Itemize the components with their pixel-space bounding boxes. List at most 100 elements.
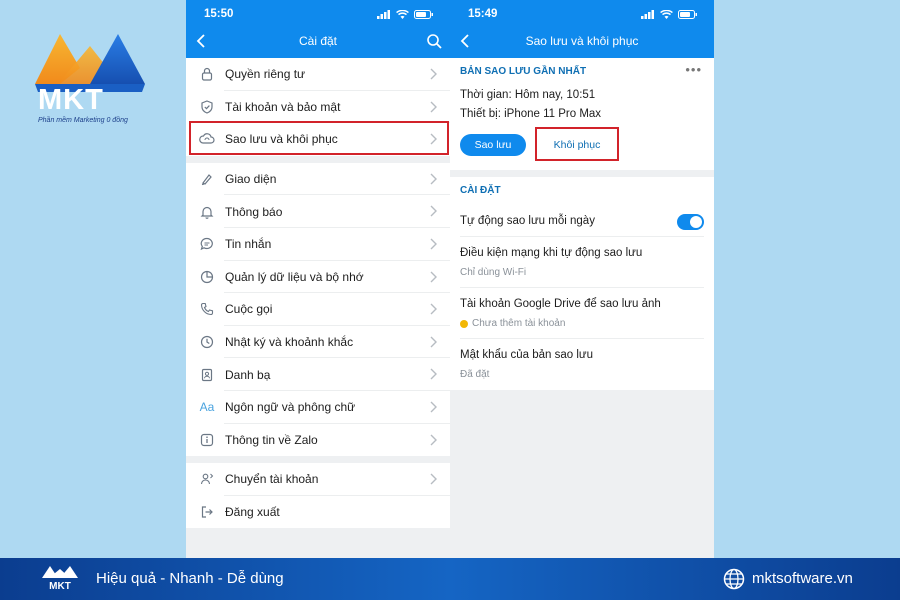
- logo-tagline: Phần mềm Marketing 0 đồng: [38, 117, 128, 124]
- settings-item-label: Chuyển tài khoản: [225, 472, 319, 487]
- chevron-right-icon: [430, 133, 437, 145]
- wifi-icon: [660, 10, 673, 19]
- shield-icon: [198, 98, 216, 116]
- settings-item-label: Quản lý dữ liệu và bộ nhớ: [225, 269, 364, 284]
- backup-title-row: Sao lưu và khôi phục: [450, 34, 714, 52]
- settings-item-label: Nhật ký và khoảnh khắc: [225, 335, 354, 350]
- network-condition-row[interactable]: Điều kiện mạng khi tự động sao lưu Chỉ d…: [450, 237, 714, 288]
- font-icon: Aa: [199, 400, 215, 415]
- settings-item-label: Giao diện: [225, 172, 277, 187]
- status-icons: [377, 10, 434, 19]
- group-divider: [186, 155, 450, 163]
- chevron-right-icon: [430, 205, 437, 217]
- backup-settings-header: CÀI ĐẶT: [460, 185, 501, 196]
- settings-item-label: Cuộc gọi: [225, 302, 273, 317]
- back-icon[interactable]: [194, 33, 210, 49]
- chevron-right-icon: [430, 238, 437, 250]
- settings-item-appearance[interactable]: Giao diện: [186, 163, 450, 196]
- settings-item-label: Thông tin về Zalo: [225, 432, 318, 447]
- status-time: 15:50: [204, 8, 234, 20]
- backup-button[interactable]: Sao lưu: [460, 134, 526, 156]
- status-time: 15:49: [468, 8, 498, 20]
- footer-logo-mark: MKT: [42, 566, 78, 592]
- chevron-right-icon: [430, 271, 437, 283]
- settings-item-diary[interactable]: Nhật ký và khoảnh khắc: [186, 326, 450, 359]
- chevron-right-icon: [430, 368, 437, 380]
- settings-item-switch-account[interactable]: Chuyển tài khoản: [186, 463, 450, 496]
- restore-button[interactable]: Khôi phục: [535, 127, 619, 161]
- phone-icon: [198, 300, 216, 318]
- auto-backup-label: Tự động sao lưu mỗi ngày: [460, 215, 595, 227]
- settings-item-label: Ngôn ngữ và phông chữ: [225, 400, 356, 415]
- backup-navbar: 15:49 Sao lưu và khôi phục: [450, 0, 714, 58]
- google-drive-row[interactable]: Tài khoản Google Drive để sao lưu ảnh Ch…: [450, 288, 714, 339]
- settings-screen: 15:50 Cài đặt Quyền riêng tư Tài khoản v…: [186, 0, 450, 558]
- settings-navbar: 15:50 Cài đặt: [186, 0, 450, 58]
- settings-item-contacts[interactable]: Danh bạ: [186, 358, 450, 391]
- footer-website[interactable]: mktsoftware.vn: [752, 570, 853, 587]
- settings-item-backup-restore[interactable]: Sao lưu và khôi phục: [186, 123, 450, 156]
- auto-backup-row[interactable]: Tự động sao lưu mỗi ngày: [450, 205, 714, 237]
- contacts-icon: [198, 366, 216, 384]
- chevron-right-icon: [430, 401, 437, 413]
- palette-icon: [198, 170, 216, 188]
- chevron-right-icon: [430, 434, 437, 446]
- latest-backup-header: BẢN SAO LƯU GẦN NHẤT: [460, 66, 587, 77]
- search-icon[interactable]: [426, 33, 442, 49]
- status-bar: 15:49: [468, 8, 698, 22]
- google-drive-label: Tài khoản Google Drive để sao lưu ảnh: [460, 298, 661, 310]
- settings-item-notifications[interactable]: Thông báo: [186, 195, 450, 228]
- settings-item-language-font[interactable]: Aa Ngôn ngữ và phông chữ: [186, 391, 450, 424]
- latest-backup-section: BẢN SAO LƯU GẦN NHẤT ••• Thời gian: Hôm …: [450, 58, 714, 170]
- settings-title-row: Cài đặt: [186, 34, 450, 52]
- wifi-icon: [396, 10, 409, 19]
- chat-icon: [198, 235, 216, 253]
- battery-icon: [414, 10, 433, 19]
- auto-backup-toggle[interactable]: [677, 214, 704, 230]
- settings-item-calls[interactable]: Cuộc gọi: [186, 293, 450, 326]
- chevron-right-icon: [430, 68, 437, 80]
- clock-icon: [198, 333, 216, 351]
- google-drive-status: Chưa thêm tài khoản: [460, 318, 704, 329]
- backup-settings-section: CÀI ĐẶT Tự động sao lưu mỗi ngày Điều ki…: [450, 177, 714, 390]
- bell-icon: [198, 203, 216, 221]
- backup-password-row[interactable]: Mật khẩu của bản sao lưu Đã đặt: [450, 339, 714, 390]
- back-icon[interactable]: [458, 33, 474, 49]
- settings-item-label: Đăng xuất: [225, 505, 280, 520]
- footer-tagline: Hiệu quả - Nhanh - Dễ dùng: [96, 570, 284, 587]
- backup-password-value: Đã đặt: [460, 369, 490, 380]
- page-title: Sao lưu và khôi phục: [525, 34, 639, 48]
- backup-password-label: Mật khẩu của bản sao lưu: [460, 349, 594, 361]
- settings-item-label: Quyền riêng tư: [225, 67, 306, 82]
- warning-icon: [460, 319, 468, 328]
- settings-item-logout[interactable]: Đăng xuất: [186, 496, 450, 529]
- settings-item-label: Danh bạ: [225, 367, 271, 382]
- settings-item-label: Thông báo: [225, 204, 283, 219]
- settings-group-1: Quyền riêng tư Tài khoản và bảo mật Sao …: [186, 58, 450, 156]
- settings-group-2: Giao diện Thông báo Tin nhắn Quản lý dữ …: [186, 162, 450, 457]
- chevron-right-icon: [430, 173, 437, 185]
- backup-restore-screen: 15:49 Sao lưu và khôi phục BẢN SAO LƯU G…: [450, 0, 714, 558]
- logout-icon: [198, 503, 216, 521]
- section-divider: [450, 170, 714, 177]
- lock-icon: [198, 65, 216, 83]
- settings-item-messages[interactable]: Tin nhắn: [186, 228, 450, 261]
- settings-item-label: Tin nhắn: [225, 237, 272, 252]
- settings-item-account-security[interactable]: Tài khoản và bảo mật: [186, 91, 450, 124]
- settings-group-3: Chuyển tài khoản Đăng xuất: [186, 463, 450, 529]
- chevron-right-icon: [430, 336, 437, 348]
- footer-logo-text: MKT: [49, 581, 71, 592]
- settings-item-data-storage[interactable]: Quản lý dữ liệu và bộ nhớ: [186, 261, 450, 294]
- restore-highlight-box: [535, 127, 619, 161]
- settings-item-about-zalo[interactable]: Thông tin về Zalo: [186, 424, 450, 457]
- network-condition-label: Điều kiện mạng khi tự động sao lưu: [460, 247, 643, 259]
- settings-item-privacy[interactable]: Quyền riêng tư: [186, 58, 450, 91]
- backup-actions: Sao lưu Khôi phục: [460, 124, 704, 170]
- cloud-sync-icon: [198, 130, 216, 148]
- chevron-right-icon: [430, 473, 437, 485]
- status-icons: [641, 10, 698, 19]
- more-options-icon[interactable]: •••: [685, 62, 702, 77]
- signal-icon: [377, 10, 390, 19]
- status-bar: 15:50: [204, 8, 434, 22]
- battery-icon: [678, 10, 697, 19]
